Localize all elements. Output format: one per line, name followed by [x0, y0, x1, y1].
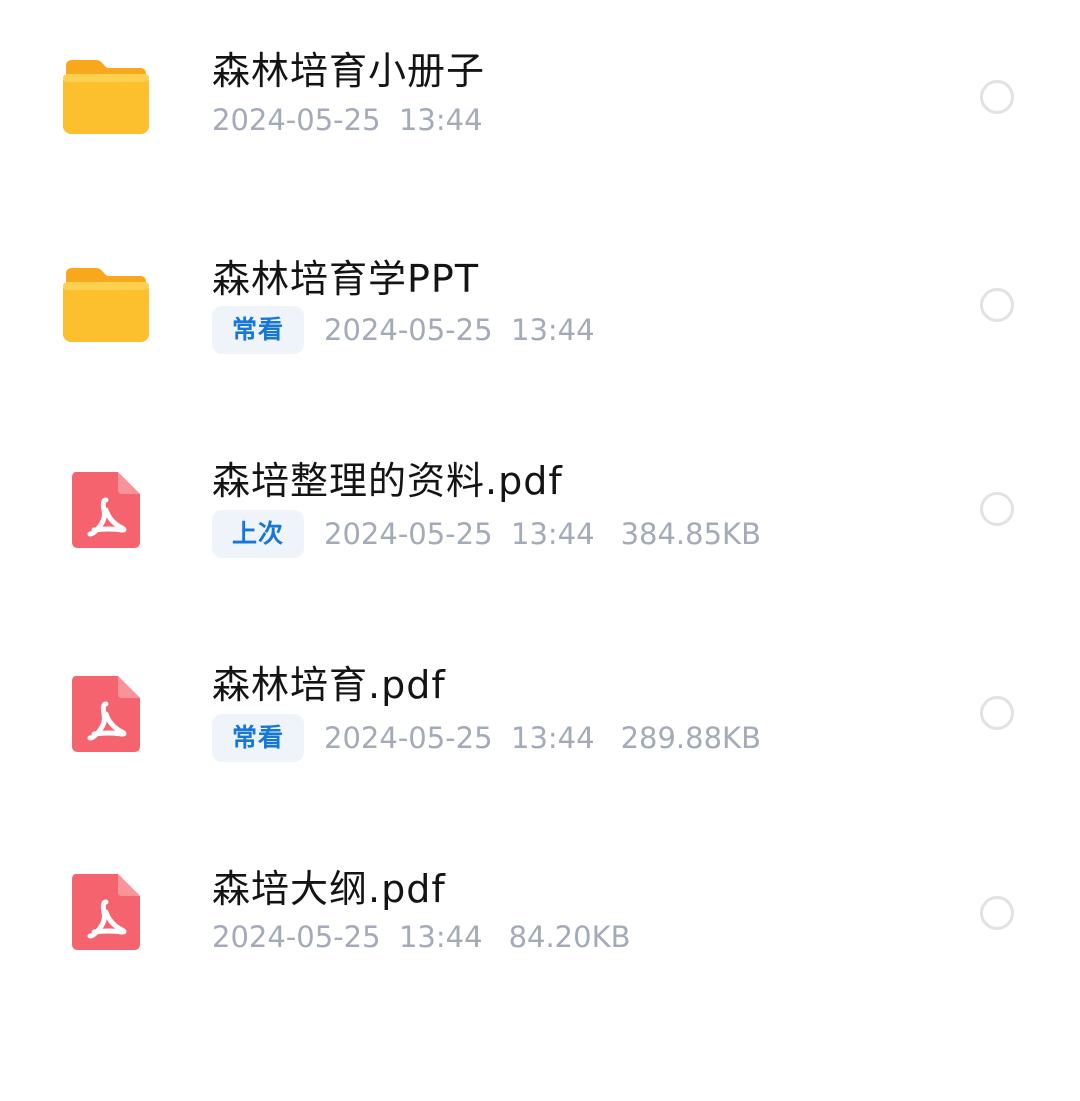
file-time: 13:44 — [398, 103, 483, 137]
tag-badge: 常看 — [212, 306, 305, 354]
file-row-0[interactable]: 森林培育小册子 2024-05-25 13:44 — [0, 0, 1080, 200]
file-name[interactable]: 森培整理的资料.pdf — [212, 458, 563, 504]
tag-badge: 上次 — [212, 510, 305, 558]
pdf-icon — [60, 466, 152, 558]
file-date: 2024-05-25 — [212, 103, 381, 137]
select-checkbox[interactable] — [980, 696, 1014, 730]
select-checkbox[interactable] — [980, 288, 1014, 322]
file-size: 289.88KB — [620, 721, 761, 755]
tag-badge: 常看 — [212, 714, 305, 762]
file-meta: 上次 2024-05-25 13:44 384.85KB — [212, 510, 761, 558]
file-meta: 常看 2024-05-25 13:44 289.88KB — [212, 714, 761, 762]
file-meta: 常看 2024-05-25 13:44 — [212, 306, 595, 354]
file-list: 森林培育小册子 2024-05-25 13:44 森林培育学PPT 常看 202… — [0, 0, 1080, 1101]
file-name[interactable]: 森培大纲.pdf — [212, 866, 446, 912]
select-checkbox[interactable] — [980, 896, 1014, 930]
select-checkbox[interactable] — [980, 492, 1014, 526]
file-date: 2024-05-25 — [324, 517, 493, 551]
folder-icon — [60, 260, 152, 352]
pdf-icon — [60, 868, 152, 960]
file-time: 13:44 — [511, 517, 595, 551]
file-row-1[interactable]: 森林培育学PPT 常看 2024-05-25 13:44 — [0, 208, 1080, 408]
file-time: 13:44 — [511, 721, 595, 755]
file-row-2[interactable]: 森培整理的资料.pdf 上次 2024-05-25 13:44 384.85KB — [0, 412, 1080, 612]
folder-icon — [60, 52, 152, 144]
file-meta: 2024-05-25 13:44 — [212, 103, 483, 137]
file-name[interactable]: 森林培育学PPT — [212, 256, 479, 302]
file-row-3[interactable]: 森林培育.pdf 常看 2024-05-25 13:44 289.88KB — [0, 616, 1080, 816]
file-date: 2024-05-25 — [324, 721, 493, 755]
file-name[interactable]: 森林培育.pdf — [212, 662, 446, 708]
file-time: 13:44 — [511, 313, 595, 347]
select-checkbox[interactable] — [980, 80, 1014, 114]
file-time: 13:44 — [398, 920, 483, 954]
file-meta: 2024-05-25 13:44 84.20KB — [212, 920, 631, 954]
file-size: 384.85KB — [620, 517, 761, 551]
file-row-4[interactable]: 森培大纲.pdf 2024-05-25 13:44 84.20KB — [0, 820, 1080, 1020]
file-size: 84.20KB — [508, 920, 631, 954]
file-name[interactable]: 森林培育小册子 — [212, 48, 485, 94]
pdf-icon — [60, 670, 152, 762]
file-date: 2024-05-25 — [324, 313, 493, 347]
file-date: 2024-05-25 — [212, 920, 381, 954]
